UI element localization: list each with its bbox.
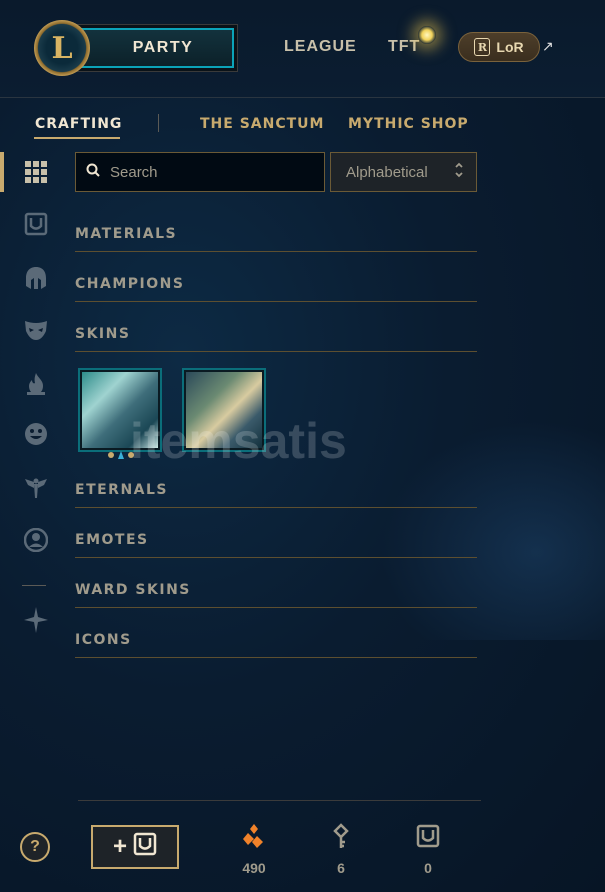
footer-divider: [78, 800, 481, 801]
plus-icon: +: [112, 833, 127, 860]
chest-icon: [133, 832, 157, 863]
party-button[interactable]: PARTY: [70, 24, 238, 72]
skin-thumbnail: [186, 372, 262, 448]
top-navigation-bar: PARTY L LEAGUE TFT R LoR ↗: [0, 0, 605, 98]
sort-dropdown[interactable]: Alphabetical: [330, 152, 477, 192]
helmet-icon[interactable]: [22, 264, 50, 292]
ward-icon[interactable]: [22, 474, 50, 502]
external-link-icon[interactable]: ↗: [542, 38, 554, 55]
emote-face-icon[interactable]: [22, 420, 50, 448]
nav-league[interactable]: LEAGUE: [284, 38, 357, 56]
party-button-label: PARTY: [74, 28, 234, 68]
chest-value: 0: [424, 860, 432, 876]
key-counter: 6: [316, 822, 366, 876]
category-champions[interactable]: CHAMPIONS: [75, 276, 477, 302]
category-icons[interactable]: ICONS: [75, 632, 477, 658]
grid-icon[interactable]: [22, 158, 50, 186]
category-label: ETERNALS: [75, 482, 169, 498]
sidebar-divider: [22, 585, 46, 586]
notification-glow-icon: [418, 26, 436, 44]
tab-divider: [158, 114, 159, 132]
key-value: 6: [337, 860, 345, 876]
sidebar-active-indicator: [0, 152, 4, 192]
logo-letter: L: [51, 30, 73, 66]
add-chest-button[interactable]: +: [91, 825, 179, 869]
orange-essence-value: 490: [242, 860, 266, 876]
skin-item[interactable]: [182, 368, 266, 452]
skin-item[interactable]: [78, 368, 162, 452]
category-label: WARD SKINS: [75, 582, 191, 598]
help-icon: ?: [30, 838, 40, 855]
category-eternals[interactable]: ETERNALS: [75, 482, 477, 508]
chest-icon[interactable]: [22, 210, 50, 238]
search-box[interactable]: [75, 152, 325, 192]
chest-icon: [416, 822, 440, 850]
category-emotes[interactable]: EMOTES: [75, 532, 477, 558]
category-label: MATERIALS: [75, 226, 178, 242]
sort-chevron-icon: [454, 161, 464, 183]
category-skins[interactable]: SKINS: [75, 326, 477, 352]
tab-crafting[interactable]: CRAFTING: [35, 116, 122, 132]
sort-selected-value: Alphabetical: [346, 163, 428, 181]
league-logo-icon[interactable]: L: [34, 20, 90, 76]
chest-counter: 0: [403, 822, 453, 876]
skin-shard-marker-icon: [108, 451, 134, 459]
category-label: SKINS: [75, 326, 131, 342]
mask-icon[interactable]: [22, 316, 50, 344]
category-label: CHAMPIONS: [75, 276, 185, 292]
lor-logo-icon: R: [474, 38, 491, 56]
category-label: EMOTES: [75, 532, 149, 548]
orange-essence-icon: [243, 822, 265, 850]
lor-button[interactable]: R LoR: [458, 32, 540, 62]
search-icon: [86, 163, 100, 182]
profile-icon[interactable]: [22, 526, 50, 554]
tab-mythic-shop[interactable]: MYTHIC SHOP: [348, 116, 469, 132]
flame-icon[interactable]: [22, 370, 50, 398]
lor-label: LoR: [496, 39, 524, 55]
help-button[interactable]: ?: [20, 832, 50, 862]
category-ward-skins[interactable]: WARD SKINS: [75, 582, 477, 608]
tab-active-underline: [34, 137, 120, 139]
tab-the-sanctum[interactable]: THE SANCTUM: [200, 116, 324, 132]
key-icon: [331, 822, 351, 850]
spiral-icon[interactable]: [22, 606, 50, 634]
orange-essence-counter: 490: [229, 822, 279, 876]
category-label: ICONS: [75, 632, 132, 648]
nav-tft[interactable]: TFT: [388, 38, 420, 56]
category-materials[interactable]: MATERIALS: [75, 226, 477, 252]
search-input[interactable]: [110, 163, 310, 181]
skin-thumbnail: [82, 372, 158, 448]
